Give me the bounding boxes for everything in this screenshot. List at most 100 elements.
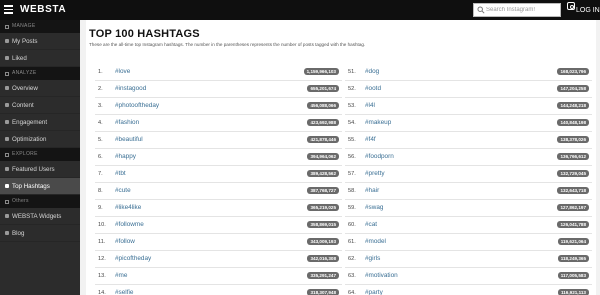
hashtag-row: 10. #followme 358,869,015 bbox=[95, 217, 342, 234]
hashtag-link[interactable]: #dog bbox=[365, 68, 379, 75]
hashtag-link[interactable]: #selfie bbox=[115, 289, 133, 295]
blog-icon bbox=[5, 231, 9, 235]
sidebar-item-engagement[interactable]: Engagement bbox=[0, 114, 80, 131]
hashtag-link[interactable]: #me bbox=[115, 272, 127, 279]
hashtag-rank: 58. bbox=[348, 188, 356, 194]
hashtag-link[interactable]: #party bbox=[365, 289, 383, 295]
hashtag-row: 62. #girls 118,249,365 bbox=[345, 251, 592, 268]
hashtag-link[interactable]: #followme bbox=[115, 221, 144, 228]
hashtag-rank: 7. bbox=[98, 171, 103, 177]
search-box[interactable] bbox=[473, 3, 561, 17]
section-icon bbox=[5, 199, 9, 204]
hashtag-link[interactable]: #cat bbox=[365, 221, 377, 228]
hashtag-rank: 54. bbox=[348, 120, 356, 126]
sidebar-item-optimization[interactable]: Optimization bbox=[0, 131, 80, 148]
sidebar-section-header: EXPLORE bbox=[0, 148, 80, 161]
hashtag-rank: 13. bbox=[98, 273, 106, 279]
hashtag-link[interactable]: #picoftheday bbox=[115, 255, 151, 262]
post-count-badge: 365,219,025 bbox=[307, 204, 339, 211]
search-icon bbox=[477, 6, 485, 14]
hashtag-row: 52. #ootd 147,204,258 bbox=[345, 81, 592, 98]
instagram-icon[interactable] bbox=[567, 2, 575, 10]
menu-icon[interactable] bbox=[4, 5, 13, 14]
sidebar-item-label: WEBSTA Widgets bbox=[12, 212, 62, 220]
hashtag-list-left: 1. #love 1,159,966,103 2. #instagood 655,201,… bbox=[95, 64, 342, 295]
top-bar: WEBSTA LOG IN bbox=[0, 0, 600, 20]
sidebar-item-overview[interactable]: Overview bbox=[0, 80, 80, 97]
hashtag-link[interactable]: #follow bbox=[115, 238, 135, 245]
post-count-badge: 116,921,113 bbox=[557, 289, 589, 295]
post-count-badge: 389,428,562 bbox=[307, 170, 339, 177]
search-input[interactable] bbox=[486, 4, 560, 16]
sidebar-item-top-hashtags[interactable]: Top Hashtags bbox=[0, 178, 80, 195]
hashtag-rank: 2. bbox=[98, 86, 103, 92]
hashtag-rank: 60. bbox=[348, 222, 356, 228]
post-count-badge: 126,041,788 bbox=[557, 221, 589, 228]
hashtag-link[interactable]: #foodporn bbox=[365, 153, 394, 160]
hashtag-rank: 52. bbox=[348, 86, 356, 92]
hashtag-link[interactable]: #photooftheday bbox=[115, 102, 159, 109]
hashtag-link[interactable]: #f4f bbox=[365, 136, 376, 143]
hashtag-link[interactable]: #cute bbox=[115, 187, 131, 194]
hashtag-link[interactable]: #motivation bbox=[365, 272, 398, 279]
widget-icon bbox=[5, 214, 9, 218]
sidebar-item-content[interactable]: Content bbox=[0, 97, 80, 114]
hashtag-link[interactable]: #makeup bbox=[365, 119, 391, 126]
hashtag-row: 54. #makeup 140,848,198 bbox=[345, 115, 592, 132]
hashtag-link[interactable]: #fashion bbox=[115, 119, 139, 126]
hashtag-row: 13. #me 335,291,247 bbox=[95, 268, 342, 285]
hashtag-rank: 63. bbox=[348, 273, 356, 279]
hashtag-row: 11. #follow 343,009,193 bbox=[95, 234, 342, 251]
sidebar-item-blog[interactable]: Blog bbox=[0, 225, 80, 242]
post-count-badge: 127,862,197 bbox=[557, 204, 589, 211]
hashtag-row: 6. #happy 394,964,062 bbox=[95, 149, 342, 166]
hashtag-link[interactable]: #ootd bbox=[365, 85, 381, 92]
hashtag-rank: 12. bbox=[98, 256, 106, 262]
hashtag-rank: 53. bbox=[348, 103, 356, 109]
hashtag-link[interactable]: #pretty bbox=[365, 170, 385, 177]
post-count-badge: 456,088,066 bbox=[307, 102, 339, 109]
hashtag-link[interactable]: #instagood bbox=[115, 85, 146, 92]
sidebar-item-liked[interactable]: Liked bbox=[0, 50, 80, 67]
sidebar-item-label: Blog bbox=[12, 229, 25, 237]
post-count-badge: 394,964,062 bbox=[307, 153, 339, 160]
sidebar-item-my-posts[interactable]: My Posts bbox=[0, 33, 80, 50]
hashtag-row: 3. #photooftheday 456,088,066 bbox=[95, 98, 342, 115]
hashtag-link[interactable]: #happy bbox=[115, 153, 136, 160]
section-title: ANALYZE bbox=[12, 70, 37, 76]
hashtag-link[interactable]: #swag bbox=[365, 204, 383, 211]
hashtag-link[interactable]: #like4like bbox=[115, 204, 141, 211]
hashtag-rank: 5. bbox=[98, 137, 103, 143]
sidebar-item-websta-widgets[interactable]: WEBSTA Widgets bbox=[0, 208, 80, 225]
post-count-badge: 1,159,966,103 bbox=[303, 68, 339, 75]
hashtag-link[interactable]: #tbt bbox=[115, 170, 126, 177]
engagement-icon bbox=[5, 120, 9, 124]
hashtag-rank: 14. bbox=[98, 290, 106, 295]
hashtag-rank: 64. bbox=[348, 290, 356, 295]
hashtag-link[interactable]: #love bbox=[115, 68, 130, 75]
login-link[interactable]: LOG IN bbox=[576, 7, 600, 14]
page-title: TOP 100 HASHTAGS bbox=[89, 28, 200, 40]
sidebar-item-featured-users[interactable]: Featured Users bbox=[0, 161, 80, 178]
hashtag-rank: 59. bbox=[348, 205, 356, 211]
section-title: EXPLORE bbox=[12, 151, 38, 157]
hashtag-row: 64. #party 116,921,113 bbox=[345, 285, 592, 295]
hashtag-rank: 8. bbox=[98, 188, 103, 194]
section-title: MANAGE bbox=[12, 23, 36, 29]
hashtag-row: 55. #f4f 138,378,026 bbox=[345, 132, 592, 149]
sidebar-item-label: Engagement bbox=[12, 118, 48, 126]
hashtag-link[interactable]: #girls bbox=[365, 255, 380, 262]
hashtag-rank: 57. bbox=[348, 171, 356, 177]
brand-logo[interactable]: WEBSTA bbox=[20, 4, 66, 15]
sidebar-item-label: Top Hashtags bbox=[12, 182, 50, 190]
hashtag-row: 60. #cat 126,041,788 bbox=[345, 217, 592, 234]
content-icon bbox=[5, 103, 9, 107]
hashtag-link[interactable]: #hair bbox=[365, 187, 379, 194]
hashtag-link[interactable]: #model bbox=[365, 238, 386, 245]
hashtag-row: 1. #love 1,159,966,103 bbox=[95, 64, 342, 81]
hashtag-link[interactable]: #beautiful bbox=[115, 136, 143, 143]
page-subtitle: These are the all-time top Instagram has… bbox=[89, 42, 366, 47]
hashtag-link[interactable]: #l4l bbox=[365, 102, 375, 109]
sidebar-section-header: MANAGE bbox=[0, 20, 80, 33]
hashtag-row: 56. #foodporn 136,766,612 bbox=[345, 149, 592, 166]
